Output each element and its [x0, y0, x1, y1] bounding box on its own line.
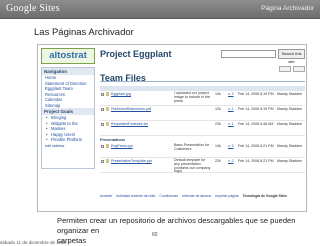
footer-link-abuse[interactable]: Informar de abusos — [182, 194, 211, 198]
footer-links: Acceder Actividad reciente del sitio Con… — [100, 194, 305, 198]
sidebar: Navigation Home Statement of Direction E… — [41, 67, 95, 169]
file-date: Feb 14, 2008 8:19 PM — [238, 107, 274, 111]
file-name-link[interactable]: Eggplant.jpg — [111, 92, 131, 96]
row-checkbox[interactable] — [101, 123, 104, 126]
file-icon — [106, 144, 109, 148]
nav-list: Home Statement of Direction Eggplant Tea… — [42, 75, 94, 108]
file-description: Basic Presentation for Customers — [174, 143, 210, 151]
footer-link-powered[interactable]: Tecnología de Google Sites — [243, 194, 287, 198]
table-row: RequestedFeatures.xls 23k v. 1 Feb 14, 2… — [100, 121, 305, 136]
footer-link-print[interactable]: Imprimir página — [215, 194, 238, 198]
goals-header: Project Goals — [42, 108, 94, 115]
file-icon — [106, 107, 109, 111]
slide-caption: Permiten crear un repositorio de archivo… — [57, 216, 320, 246]
row-checkbox[interactable] — [101, 93, 104, 96]
file-icon — [106, 92, 109, 96]
search-button[interactable]: Search this site — [278, 49, 305, 64]
file-version-link[interactable]: v. 3 — [228, 92, 234, 96]
table-row: PublishedStatements.pdf 12k v. 2 Feb 14,… — [100, 106, 305, 121]
sites-screenshot: altostrat Project Eggplant Search this s… — [37, 44, 307, 212]
file-date: Feb 14, 2008 8:21 PM — [238, 144, 274, 148]
site-title[interactable]: Project Eggplant — [100, 49, 172, 59]
slide-date: sábado 11 de diciembre de 2010 — [0, 240, 67, 245]
file-version-link[interactable]: v. 3 — [228, 144, 234, 148]
file-version-link[interactable]: v. 2 — [228, 107, 234, 111]
file-version-link[interactable]: v. 1 — [228, 122, 234, 126]
table-row: PresentationTemplate.ppt Default templat… — [100, 158, 305, 173]
file-description: I uploaded our project image to include … — [174, 91, 210, 103]
file-name-link[interactable]: PresentationTemplate.ppt — [111, 159, 152, 163]
edit-sidebar-link[interactable]: edit sidebar — [42, 144, 94, 150]
file-icon — [106, 159, 109, 163]
file-icon — [106, 122, 109, 126]
file-owner[interactable]: Mandy Stadden — [277, 159, 302, 163]
file-size: 14k — [215, 144, 221, 148]
file-owner[interactable]: Mandy Stadden — [277, 122, 302, 126]
edit-page-button[interactable] — [279, 66, 291, 72]
row-checkbox[interactable] — [101, 145, 104, 148]
footer-link-activity[interactable]: Actividad reciente del sitio — [116, 194, 155, 198]
page-number: 60 — [152, 232, 158, 238]
search-input[interactable] — [221, 50, 276, 58]
footer-link-signin[interactable]: Acceder — [100, 194, 112, 198]
table-row: EngPress.ppt Basic Presentation for Cust… — [100, 143, 305, 158]
file-size: 10k — [215, 92, 221, 96]
banner-section-title: Página Archivador — [261, 5, 314, 12]
file-date: Feb 14, 2008 8:19 PM — [238, 92, 274, 96]
slide-title: Las Páginas Archivador — [34, 27, 134, 38]
table-row: Eggplant.jpg I uploaded our project imag… — [100, 91, 305, 106]
file-owner[interactable]: Mandy Stadden — [277, 92, 302, 96]
page-title: Team Files — [100, 73, 146, 83]
caption-line: Permiten crear un repositorio de archivo… — [57, 216, 296, 235]
file-owner[interactable]: Mandy Stadden — [277, 144, 302, 148]
footer-link-terms[interactable]: Condiciones — [159, 194, 178, 198]
goal-item[interactable]: Flexible Platform — [42, 137, 94, 143]
file-size: 12k — [215, 107, 221, 111]
file-date: Feb 14, 2008 8:21 PM — [238, 159, 274, 163]
file-name-link[interactable]: RequestedFeatures.xls — [111, 122, 148, 126]
row-checkbox[interactable] — [101, 160, 104, 163]
file-owner[interactable]: Mandy Stadden — [277, 107, 302, 111]
nav-header: Navigation — [42, 68, 94, 75]
brand-title: Google Sites — [6, 3, 60, 14]
file-name-link[interactable]: EngPress.ppt — [111, 144, 133, 148]
goals-list: Bringing Widgets to the Masses Happy Use… — [42, 115, 94, 143]
file-size: 23k — [215, 122, 221, 126]
file-size: 22k — [215, 159, 221, 163]
caption-line: carpetas — [57, 236, 87, 245]
more-actions-button[interactable] — [293, 66, 305, 72]
page-tools — [279, 66, 305, 72]
file-table: Eggplant.jpg I uploaded our project imag… — [100, 85, 305, 173]
file-version-link[interactable]: v. 2 — [228, 159, 234, 163]
row-checkbox[interactable] — [101, 108, 104, 111]
top-banner: Google Sites Página Archivador — [0, 0, 320, 19]
file-description: Default template for any presentation (c… — [174, 158, 211, 174]
file-name-link[interactable]: PublishedStatements.pdf — [111, 107, 151, 111]
page-header: Team Files — [100, 66, 305, 83]
file-date: Feb 14, 2008 5:48 AM — [238, 122, 274, 126]
site-logo[interactable]: altostrat — [41, 48, 95, 64]
